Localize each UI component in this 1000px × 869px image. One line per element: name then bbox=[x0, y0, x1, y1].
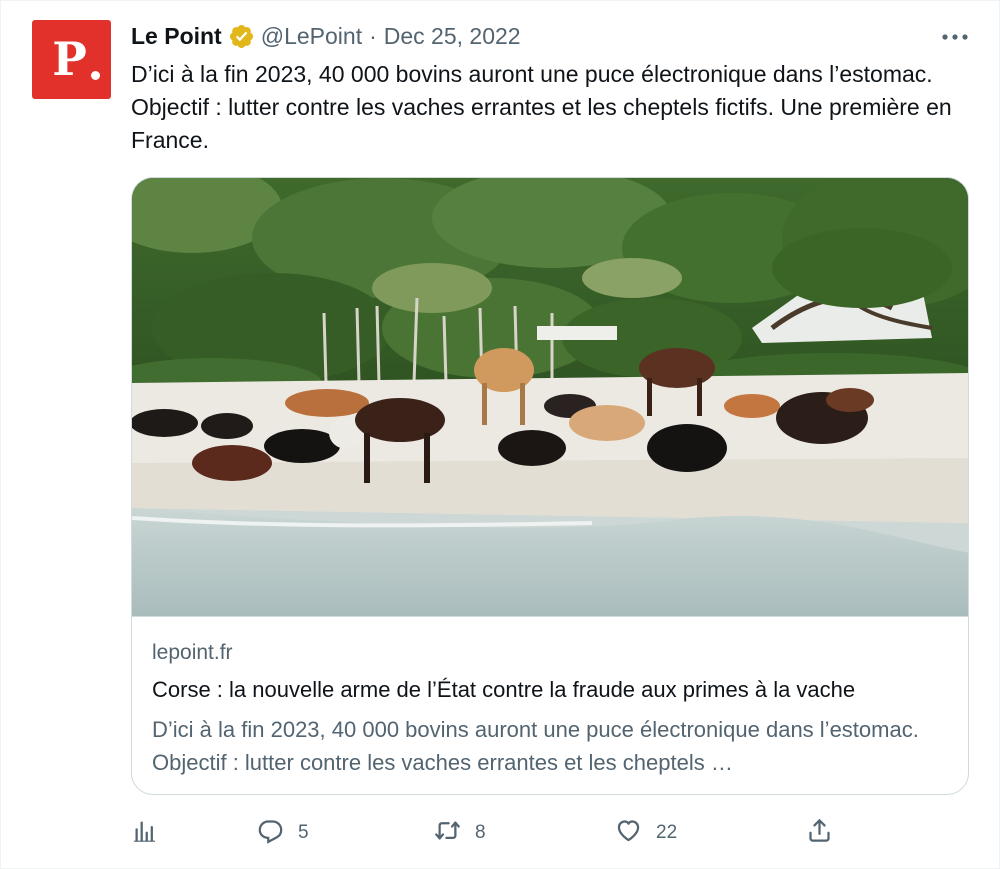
share-button[interactable] bbox=[806, 816, 833, 850]
retweet-button[interactable]: 8 bbox=[434, 816, 486, 850]
card-title: Corse : la nouvelle arme de l’État contr… bbox=[152, 677, 856, 702]
retweet-icon bbox=[434, 817, 461, 850]
retweet-count: 8 bbox=[475, 822, 486, 843]
avatar-logo-letter: P bbox=[52, 31, 87, 86]
analytics-button[interactable] bbox=[131, 816, 158, 850]
tweet-text: D’ici à la fin 2023, 40 000 bovins auron… bbox=[131, 61, 952, 153]
tweet-date[interactable]: Dec 25, 2022 bbox=[384, 23, 521, 50]
heart-icon bbox=[615, 817, 642, 850]
tweet[interactable]: P Le Point @LePoint · Dec 25, 2022 D’ici… bbox=[0, 0, 1000, 869]
share-icon bbox=[806, 817, 833, 850]
reply-count: 5 bbox=[298, 822, 309, 843]
avatar[interactable]: P bbox=[32, 20, 111, 99]
reply-button[interactable]: 5 bbox=[257, 816, 309, 850]
analytics-icon bbox=[131, 817, 158, 850]
card-description: D’ici à la fin 2023, 40 000 bovins auron… bbox=[152, 717, 919, 775]
card-domain: lepoint.fr bbox=[152, 641, 233, 664]
author-handle[interactable]: @LePoint bbox=[261, 23, 362, 50]
reply-icon bbox=[257, 817, 284, 850]
tweet-actions: 5 8 22 bbox=[131, 816, 851, 850]
tweet-header: Le Point @LePoint · Dec 25, 2022 bbox=[131, 21, 521, 51]
author-name[interactable]: Le Point bbox=[131, 23, 222, 50]
like-count: 22 bbox=[656, 822, 678, 843]
cows-on-beach-photo bbox=[132, 178, 968, 616]
verified-badge-icon[interactable] bbox=[228, 23, 255, 50]
more-options-icon[interactable] bbox=[941, 26, 969, 48]
header-separator: · bbox=[369, 22, 377, 49]
card-meta[interactable]: lepoint.fr Corse : la nouvelle arme de l… bbox=[132, 616, 968, 794]
card-image[interactable] bbox=[132, 178, 968, 616]
avatar-logo-dot bbox=[91, 71, 100, 80]
like-button[interactable]: 22 bbox=[615, 816, 677, 850]
link-card[interactable]: lepoint.fr Corse : la nouvelle arme de l… bbox=[131, 177, 969, 795]
